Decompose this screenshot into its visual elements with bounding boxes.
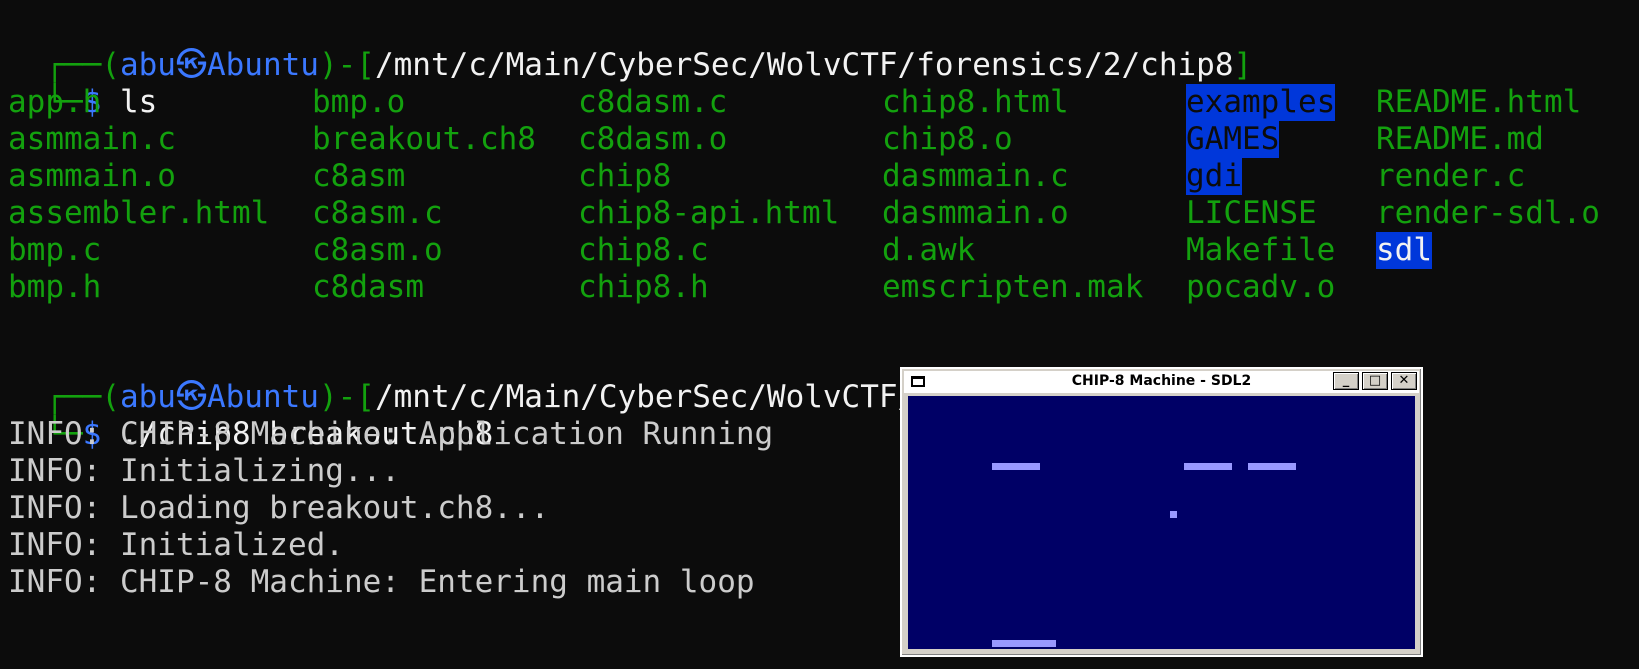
ls-file: README.md xyxy=(1376,121,1544,157)
ls-file: chip8.h xyxy=(578,269,709,305)
ls-file: chip8.html xyxy=(882,84,1069,120)
ls-column: chip8.html chip8.o dasmmain.c dasmmain.o d.a… xyxy=(882,84,1143,306)
ls-directory: gdi xyxy=(1186,158,1242,195)
ls-file: c8asm.o xyxy=(312,232,443,268)
minimize-button[interactable]: _ xyxy=(1333,372,1359,390)
ls-file: pocadv.o xyxy=(1186,269,1336,305)
ls-file: asmmain.o xyxy=(8,158,176,194)
output-line: INFO: CHIP-8 Machine: Entering main loop xyxy=(8,564,755,600)
ls-directory: sdl xyxy=(1376,232,1432,269)
ls-file: c8dasm.c xyxy=(578,84,728,120)
ls-file: chip8.o xyxy=(882,121,1013,157)
ls-file: asmmain.c xyxy=(8,121,176,157)
ls-column: app.h asmmain.c asmmain.o assembler.html bmp… xyxy=(8,84,269,306)
ls-file: d.awk xyxy=(882,232,976,268)
ls-file: bmp.o xyxy=(312,84,406,120)
prompt-path-end: ] xyxy=(1233,47,1253,83)
ls-file: c8asm.c xyxy=(312,195,443,231)
ls-file: bmp.c xyxy=(8,232,102,268)
ls-file: LICENSE xyxy=(1186,195,1317,231)
ls-file: emscripten.mak xyxy=(882,269,1144,305)
brick xyxy=(1184,463,1232,470)
maximize-button[interactable]: □ xyxy=(1362,372,1388,390)
ls-file: render-sdl.o xyxy=(1376,195,1600,231)
ls-column: README.html README.md render.c render-sdl.o… xyxy=(1376,84,1600,269)
output-line: INFO: Initializing... xyxy=(8,453,400,489)
output-line: INFO: Loading breakout.ch8... xyxy=(8,490,550,526)
sdl-window[interactable]: CHIP-8 Machine - SDL2 _ □ ✕ xyxy=(900,367,1423,657)
ls-file: assembler.html xyxy=(8,195,270,231)
ls-directory: examples xyxy=(1186,84,1336,121)
output-line: INFO: CHIP-8 Machine: Application Runnin… xyxy=(8,416,774,452)
close-button[interactable]: ✕ xyxy=(1391,372,1417,390)
ls-column: c8dasm.c c8dasm.o chip8 chip8-api.html chip8… xyxy=(578,84,839,306)
output-line: INFO: Initialized. xyxy=(8,527,344,563)
chip8-display[interactable] xyxy=(908,396,1415,649)
ls-file: c8asm xyxy=(312,158,406,194)
ls-directory: GAMES xyxy=(1186,121,1280,158)
prompt-separator: )-[ xyxy=(318,47,375,83)
ls-file: render.c xyxy=(1376,158,1526,194)
prompt-line-1-top: ┌──(abu㉿Abuntu)-[/mnt/c/Main/CyberSec/Wo… xyxy=(8,10,1252,83)
prompt-line-1-bottom: └─$ ls xyxy=(8,47,157,120)
ls-file: chip8 xyxy=(578,158,672,194)
ls-file: app.h xyxy=(8,84,102,120)
ls-file: Makefile xyxy=(1186,232,1336,268)
ls-file: chip8.c xyxy=(578,232,709,268)
brick xyxy=(1248,463,1296,470)
ls-file: breakout.ch8 xyxy=(312,121,536,157)
ls-column: examples GAMES gdi LICENSE Makefile pocadv.o xyxy=(1186,84,1336,306)
ls-column: bmp.o breakout.ch8 c8asm c8asm.c c8asm.o c8da… xyxy=(312,84,536,306)
prompt-line-2-bottom: └─$ ./chip8 breakout.ch8 xyxy=(8,379,493,452)
ls-file: c8dasm xyxy=(312,269,424,305)
ls-file: bmp.h xyxy=(8,269,102,305)
ls-file: README.html xyxy=(1376,84,1582,120)
ls-file: c8dasm.o xyxy=(578,121,728,157)
brick xyxy=(992,463,1040,470)
sdl-titlebar[interactable]: CHIP-8 Machine - SDL2 _ □ ✕ xyxy=(904,371,1419,393)
paddle xyxy=(992,640,1056,647)
ball xyxy=(1170,511,1177,518)
ls-file: chip8-api.html xyxy=(578,195,840,231)
ls-file: dasmmain.c xyxy=(882,158,1069,194)
prompt-path: /mnt/c/Main/CyberSec/WolvCTF/forensics/2… xyxy=(374,47,1234,83)
ls-file: dasmmain.o xyxy=(882,195,1069,231)
